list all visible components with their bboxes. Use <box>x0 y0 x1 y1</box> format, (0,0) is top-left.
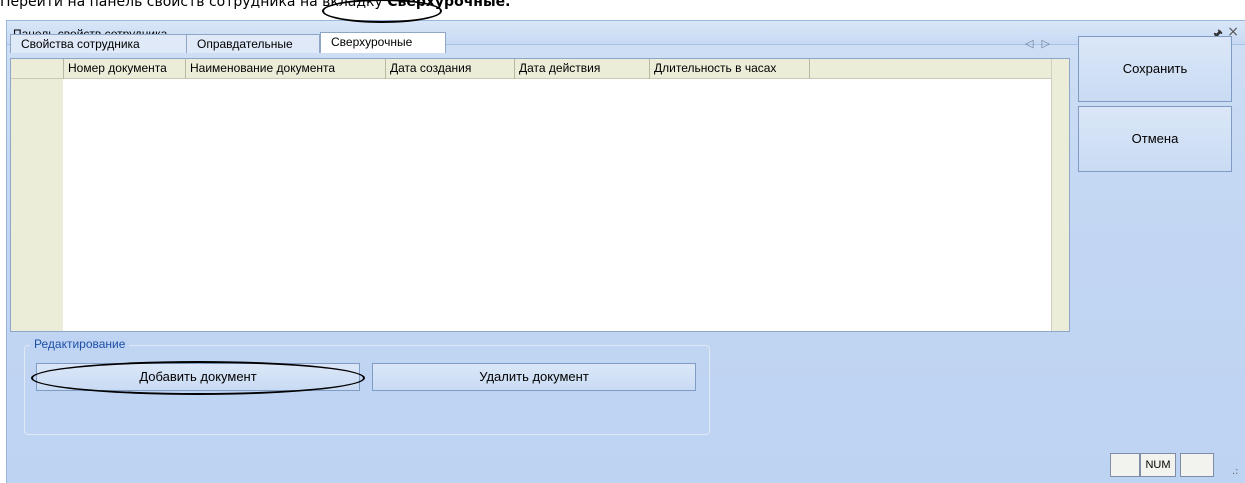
save-button[interactable]: Сохранить <box>1078 36 1232 102</box>
tab-justifying[interactable]: Оправдательные <box>186 34 320 53</box>
column-header-doc-name[interactable]: Наименование документа <box>186 59 386 79</box>
grid-header: Номер документа Наименование документа Д… <box>11 59 1069 79</box>
intro-text: Перейти на панель свойств сотрудника на … <box>0 0 510 10</box>
intro-text-bold: Сверхурочные. <box>387 0 511 10</box>
column-header-effective[interactable]: Дата действия <box>515 59 650 79</box>
tab-strip: Свойства сотрудника Оправдательные Сверх… <box>6 32 1056 53</box>
column-header-doc-number[interactable]: Номер документа <box>63 59 186 79</box>
tab-prev-icon[interactable]: ◁ <box>1025 37 1041 50</box>
column-header-duration[interactable]: Длительность в часах <box>650 59 810 79</box>
add-document-button[interactable]: Добавить документ <box>36 363 360 391</box>
tab-nav: ◁▷ <box>1025 37 1058 50</box>
vertical-scrollbar[interactable] <box>1051 59 1069 331</box>
intro-text-plain: Перейти на панель свойств сотрудника на … <box>0 0 388 10</box>
status-cell-num: NUM <box>1140 453 1176 477</box>
editing-group-label: Редактирование <box>30 337 130 351</box>
status-cell-1 <box>1110 453 1140 477</box>
tab-employee-properties[interactable]: Свойства сотрудника <box>10 34 188 53</box>
resize-grip-icon[interactable]: .: <box>1232 466 1239 477</box>
tab-next-icon[interactable]: ▷ <box>1041 37 1057 50</box>
documents-grid[interactable]: Номер документа Наименование документа Д… <box>10 58 1070 332</box>
delete-document-button[interactable]: Удалить документ <box>372 363 696 391</box>
column-header-created[interactable]: Дата создания <box>386 59 515 79</box>
tab-overtime[interactable]: Сверхурочные <box>320 32 446 53</box>
row-selector-column <box>11 59 63 331</box>
status-cell-3 <box>1180 453 1214 477</box>
cancel-button[interactable]: Отмена <box>1078 106 1232 172</box>
